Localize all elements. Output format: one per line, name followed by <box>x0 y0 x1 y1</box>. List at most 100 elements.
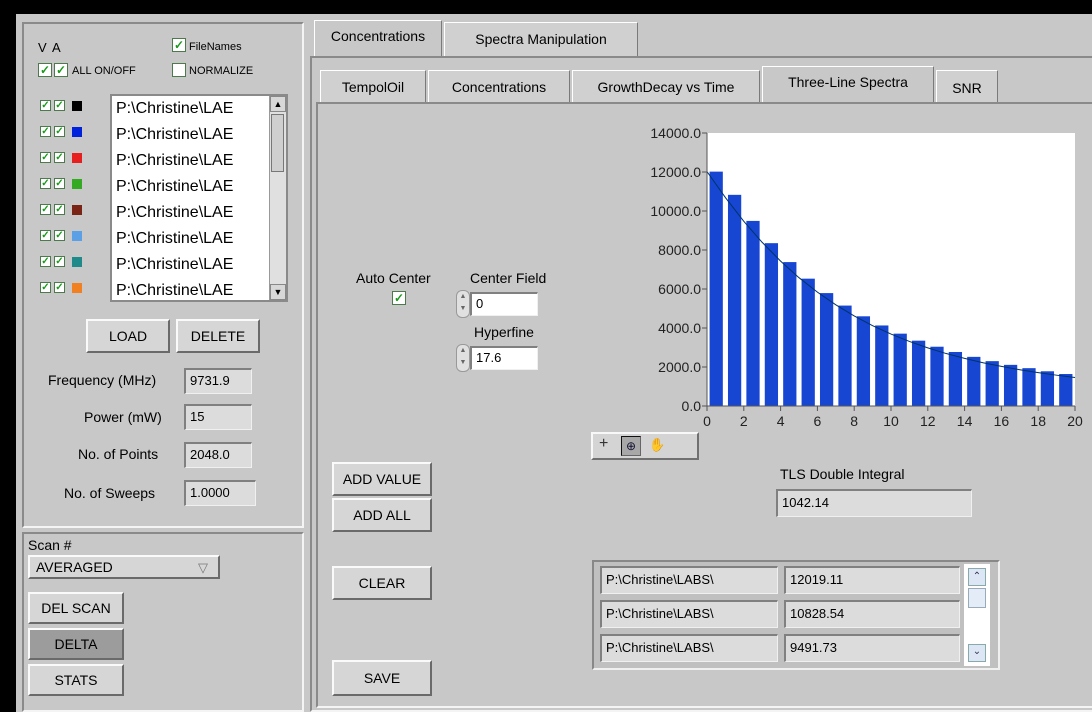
scroll-thumb[interactable] <box>271 114 284 172</box>
clear-button[interactable]: CLEAR <box>332 566 432 600</box>
file-list-item[interactable]: P:\Christine\LAE <box>112 200 268 226</box>
file-list-item[interactable]: P:\Christine\LAE <box>112 278 268 300</box>
file-list-item[interactable]: P:\Christine\LAE <box>112 226 268 252</box>
file-active-checkbox[interactable]: ✓ <box>54 282 65 293</box>
chart-bar <box>1059 374 1073 406</box>
file-list[interactable]: P:\Christine\LAE P:\Christine\LAE P:\Chris… <box>110 94 288 302</box>
chart-bar <box>838 305 852 406</box>
y-tick-label: 14000.0 <box>650 125 701 141</box>
results-scroll-up-arrow[interactable]: ⌃ <box>968 568 986 586</box>
file-color-swatch[interactable] <box>72 231 82 241</box>
save-button[interactable]: SAVE <box>332 660 432 696</box>
file-color-swatch[interactable] <box>72 101 82 111</box>
delta-button[interactable]: DELTA <box>28 628 124 660</box>
hyperfine-input[interactable]: 17.6 <box>470 346 538 370</box>
file-visible-checkbox[interactable]: ✓ <box>40 256 51 267</box>
x-tick-label: 10 <box>883 413 899 429</box>
file-active-checkbox[interactable]: ✓ <box>54 152 65 163</box>
stats-button[interactable]: STATS <box>28 664 124 696</box>
sweeps-field[interactable]: 1.0000 <box>184 480 256 506</box>
y-tick-label: 0.0 <box>682 398 702 414</box>
frequency-field[interactable]: 9731.9 <box>184 368 252 394</box>
pan-hand-icon[interactable]: ✋ <box>649 437 665 453</box>
tab-three-line-spectra[interactable]: Three-Line Spectra <box>762 66 934 104</box>
tab-tempoloil[interactable]: TempolOil <box>320 70 426 102</box>
file-list-item[interactable]: P:\Christine\LAE <box>112 148 268 174</box>
center-field-stepper-icon[interactable]: ▲ ▼ <box>456 290 470 318</box>
chart-bar <box>967 356 981 406</box>
chart-bar <box>783 262 797 406</box>
file-visible-checkbox[interactable]: ✓ <box>40 230 51 241</box>
results-scrollbar[interactable]: ⌃ ⌄ <box>964 564 990 666</box>
file-color-swatch[interactable] <box>72 205 82 215</box>
graph-tools-palette: + ⊕ ✋ <box>591 432 699 460</box>
file-visible-checkbox[interactable]: ✓ <box>40 204 51 215</box>
file-visible-checkbox[interactable]: ✓ <box>40 178 51 189</box>
delete-button[interactable]: DELETE <box>176 319 260 353</box>
x-tick-label: 18 <box>1030 413 1046 429</box>
file-active-checkbox[interactable]: ✓ <box>54 126 65 137</box>
scan-select-value: AVERAGED <box>36 559 113 575</box>
file-visible-checkbox[interactable]: ✓ <box>40 152 51 163</box>
file-active-checkbox[interactable]: ✓ <box>54 100 65 111</box>
tab-concentrations[interactable]: Concentrations <box>314 20 442 56</box>
file-color-swatch[interactable] <box>72 257 82 267</box>
add-all-button[interactable]: ADD ALL <box>332 498 432 532</box>
file-list-scrollbar[interactable]: ▲ ▼ <box>269 96 286 300</box>
y-tick-label: 2000.0 <box>658 359 701 375</box>
crosshair-icon[interactable]: + <box>599 435 608 453</box>
chart-bar <box>930 346 944 406</box>
file-visible-checkbox[interactable]: ✓ <box>40 126 51 137</box>
visible-column-header: V <box>38 40 47 55</box>
spectra-chart: 0.0 2000.0 4000.0 6000.0 8000.0 10000.0 12000.… <box>576 110 1086 432</box>
file-color-swatch[interactable] <box>72 179 82 189</box>
file-active-checkbox[interactable]: ✓ <box>54 256 65 267</box>
chart-bar <box>985 361 999 406</box>
points-field[interactable]: 2048.0 <box>184 442 252 468</box>
y-tick-label: 8000.0 <box>658 242 701 258</box>
scroll-up-arrow[interactable]: ▲ <box>270 96 286 112</box>
tab-snr[interactable]: SNR <box>936 70 998 102</box>
file-active-checkbox[interactable]: ✓ <box>54 204 65 215</box>
power-label: Power (mW) <box>84 409 162 425</box>
power-field[interactable]: 15 <box>184 404 252 430</box>
file-list-items: P:\Christine\LAE P:\Christine\LAE P:\Chris… <box>112 96 286 300</box>
file-active-checkbox[interactable]: ✓ <box>54 178 65 189</box>
file-list-item[interactable]: P:\Christine\LAE <box>112 174 268 200</box>
file-visible-checkbox[interactable]: ✓ <box>40 100 51 111</box>
file-list-item[interactable]: P:\Christine\LAE <box>112 96 268 122</box>
points-label: No. of Points <box>78 446 159 462</box>
scan-select[interactable]: AVERAGED ▽ <box>28 555 220 579</box>
zoom-icon[interactable]: ⊕ <box>621 436 641 456</box>
file-color-swatch[interactable] <box>72 153 82 163</box>
file-list-item[interactable]: P:\Christine\LAE <box>112 252 268 278</box>
results-scroll-thumb[interactable] <box>968 588 986 608</box>
scroll-down-arrow[interactable]: ▼ <box>270 284 286 300</box>
chart-bar <box>801 278 815 406</box>
file-active-checkbox[interactable]: ✓ <box>54 230 65 241</box>
results-scroll-down-arrow[interactable]: ⌄ <box>968 644 986 662</box>
active-column-header: A <box>52 40 61 55</box>
all-active-checkbox[interactable]: ✓ <box>54 63 68 77</box>
load-button[interactable]: LOAD <box>86 319 170 353</box>
results-table[interactable]: P:\Christine\LABS\ 12019.11 P:\Christine\L… <box>592 560 1000 670</box>
x-tick-label: 2 <box>740 413 748 429</box>
normalize-checkbox[interactable] <box>172 63 186 77</box>
tab-spectra-manipulation[interactable]: Spectra Manipulation <box>444 22 638 56</box>
all-visible-checkbox[interactable]: ✓ <box>38 63 52 77</box>
filenames-checkbox[interactable]: ✓ <box>172 38 186 52</box>
tab-growthdecay[interactable]: GrowthDecay vs Time <box>572 70 760 102</box>
add-value-button[interactable]: ADD VALUE <box>332 462 432 496</box>
tab-sub-concentrations[interactable]: Concentrations <box>428 70 570 102</box>
hyperfine-stepper-icon[interactable]: ▲ ▼ <box>456 344 470 372</box>
center-field-input[interactable]: 0 <box>470 292 538 316</box>
y-tick-label: 4000.0 <box>658 320 701 336</box>
file-visible-checkbox[interactable]: ✓ <box>40 282 51 293</box>
del-scan-button[interactable]: DEL SCAN <box>28 592 124 624</box>
file-color-swatch[interactable] <box>72 283 82 293</box>
auto-center-checkbox[interactable]: ✓ <box>392 291 406 305</box>
plot-area <box>707 133 1075 406</box>
result-file-cell: P:\Christine\LABS\ <box>600 566 778 594</box>
file-list-item[interactable]: P:\Christine\LAE <box>112 122 268 148</box>
file-color-swatch[interactable] <box>72 127 82 137</box>
